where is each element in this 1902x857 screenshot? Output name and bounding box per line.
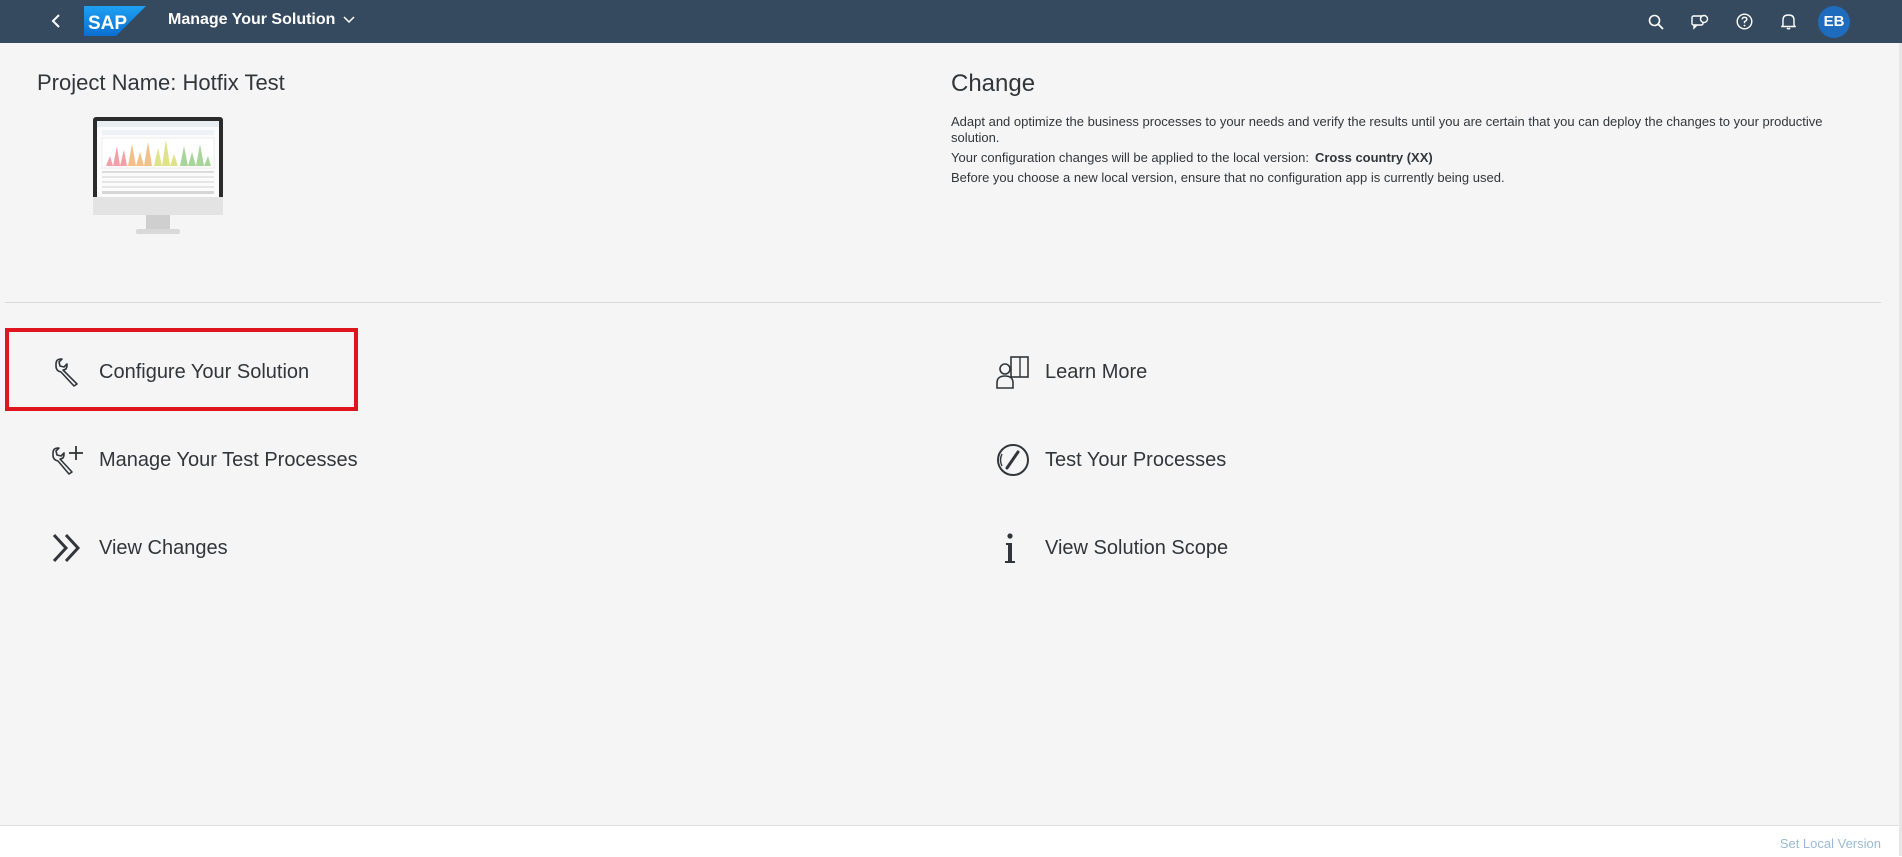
change-desc-line2-prefix: Your configuration changes will be appli… [951,150,1309,165]
learn-person-icon [996,355,1030,389]
shell-actions: EB [1634,0,1902,43]
change-desc-line3: Before you choose a new local version, e… [951,170,1505,185]
wrench-icon [50,355,84,389]
search-button[interactable] [1634,0,1678,43]
info-icon [996,531,1030,565]
set-local-version-link[interactable]: Set Local Version [1780,836,1881,851]
gauge-icon [996,443,1030,477]
project-name: Project Name: Hotfix Test [37,70,285,95]
sap-logo-text: SAP [88,13,127,34]
shell-bar: SAP Manage Your Solution EB [0,0,1902,43]
change-desc-line2: Your configuration changes will be appli… [951,150,1831,166]
view-changes-link[interactable]: View Changes [50,531,228,565]
notification-bell-icon [1780,14,1796,30]
configure-your-solution-link[interactable]: Configure Your Solution [50,355,309,389]
view-solution-scope-label: View Solution Scope [1045,536,1229,559]
notifications-button[interactable] [1766,0,1810,43]
back-button[interactable] [44,9,68,33]
local-version-value: Cross country (XX) [1314,150,1433,165]
configure-your-solution-label: Configure Your Solution [99,360,310,383]
footer-bar: Set Local Version [0,825,1902,857]
double-chevron-icon [50,531,84,565]
app-title: Manage Your Solution [168,11,336,28]
change-description: Adapt and optimize the business processe… [951,114,1831,190]
user-avatar[interactable]: EB [1818,5,1850,38]
sap-logo[interactable]: SAP [84,6,146,36]
feedback-icon [1691,14,1709,30]
manage-test-processes-link[interactable]: Manage Your Test Processes [50,443,358,477]
wrench-add-icon [50,443,84,477]
section-divider [5,302,1881,303]
change-title: Change [951,70,1036,97]
test-your-processes-label: Test Your Processes [1045,448,1227,471]
chevron-down-icon [343,16,355,24]
help-button[interactable] [1722,0,1766,43]
monitor-illustration [93,117,223,234]
feedback-button[interactable] [1678,0,1722,43]
learn-more-label: Learn More [1045,360,1148,383]
change-desc-line1: Adapt and optimize the business processe… [951,114,1823,145]
learn-more-link[interactable]: Learn More [996,355,1147,389]
app-title-menu[interactable]: Manage Your Solution [168,11,355,29]
test-your-processes-link[interactable]: Test Your Processes [996,443,1226,477]
back-icon [51,14,60,28]
view-changes-label: View Changes [99,536,228,559]
help-icon [1735,13,1753,30]
view-solution-scope-link[interactable]: View Solution Scope [996,531,1228,565]
manage-test-processes-label: Manage Your Test Processes [99,448,358,471]
search-icon [1648,14,1664,30]
